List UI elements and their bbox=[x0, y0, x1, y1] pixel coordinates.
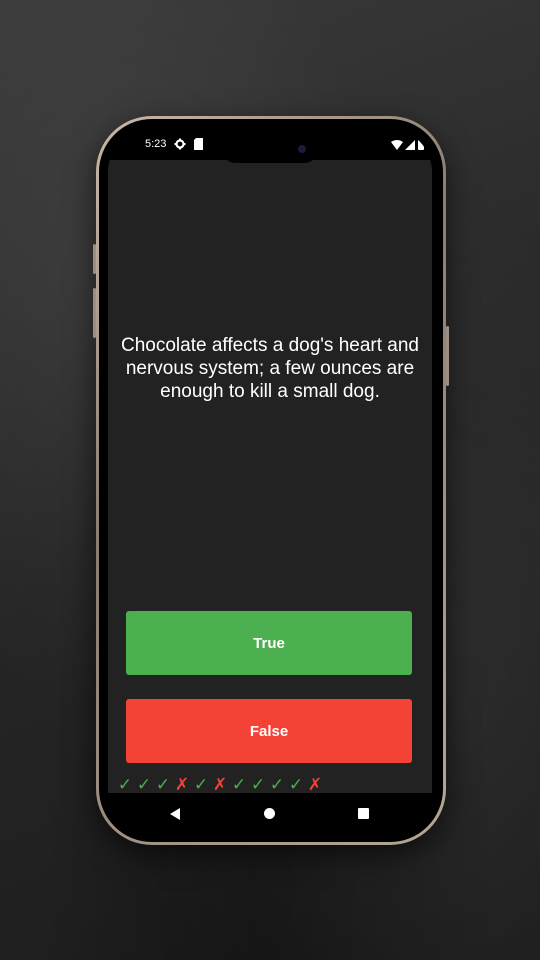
phone-screen: 5:23 Chocolate affects a dog's heart and… bbox=[108, 128, 432, 833]
check-icon: ✓ bbox=[117, 775, 133, 794]
question-text: Chocolate affects a dog's heart and nerv… bbox=[121, 335, 419, 402]
signal-icon bbox=[405, 137, 415, 155]
check-icon: ✓ bbox=[269, 775, 285, 794]
status-time: 5:23 bbox=[145, 138, 167, 150]
wifi-icon bbox=[391, 137, 403, 155]
power-button bbox=[446, 326, 449, 386]
navigation-bar bbox=[108, 793, 432, 833]
sd-card-icon bbox=[194, 137, 203, 155]
true-button[interactable]: True bbox=[126, 611, 412, 675]
cross-icon: ✗ bbox=[174, 775, 190, 794]
check-icon: ✓ bbox=[288, 775, 304, 794]
false-button[interactable]: False bbox=[126, 699, 412, 763]
check-icon: ✓ bbox=[250, 775, 266, 794]
check-icon: ✓ bbox=[193, 775, 209, 794]
gear-icon bbox=[174, 137, 186, 155]
check-icon: ✓ bbox=[136, 775, 152, 794]
battery-icon bbox=[418, 137, 424, 155]
check-icon: ✓ bbox=[155, 775, 171, 794]
camera-lens bbox=[298, 145, 306, 153]
check-icon: ✓ bbox=[231, 775, 247, 794]
volume-down-button bbox=[93, 288, 96, 338]
home-icon[interactable] bbox=[264, 808, 275, 819]
back-icon[interactable] bbox=[170, 808, 180, 820]
camera-island bbox=[222, 136, 318, 163]
cross-icon: ✗ bbox=[307, 775, 323, 794]
cross-icon: ✗ bbox=[212, 775, 228, 794]
score-keeper: ✓ ✓ ✓ ✗ ✓ ✗ ✓ ✓ ✓ ✓ ✗ bbox=[116, 776, 324, 794]
status-bar: 5:23 bbox=[108, 128, 432, 163]
recents-icon[interactable] bbox=[358, 808, 369, 819]
volume-up-button bbox=[93, 244, 96, 274]
